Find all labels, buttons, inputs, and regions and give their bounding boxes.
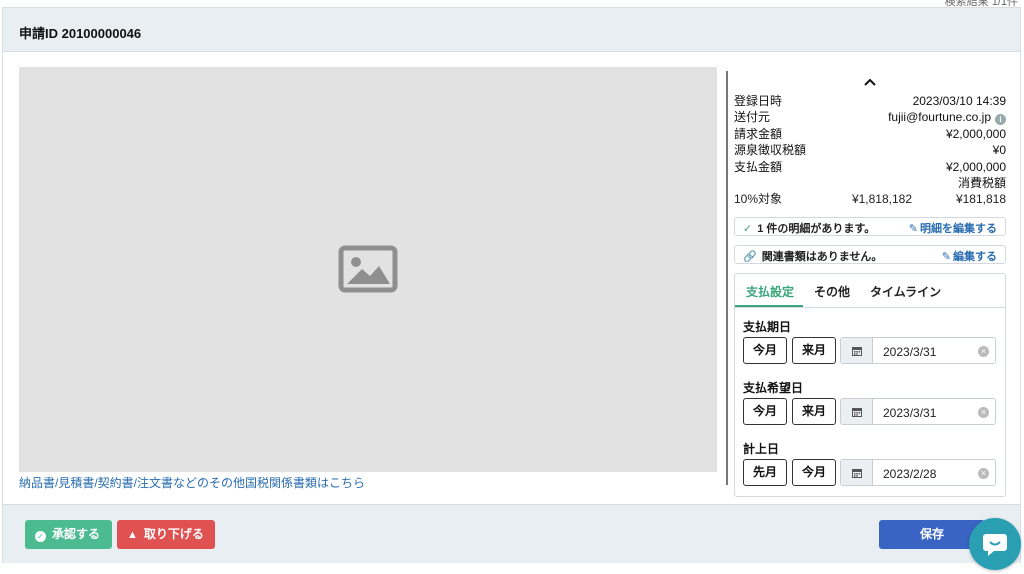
warning-icon: ▲ — [127, 529, 138, 541]
application-panel: 申請ID 20100000046 納品書/見積書/契約書/注文書などのその他国税… — [2, 7, 1021, 563]
due-date-next-month-button[interactable]: 来月 — [792, 337, 836, 364]
desired-date-label: 支払希望日 — [743, 381, 804, 395]
calendar-icon — [852, 347, 862, 356]
panel-header: 申請ID 20100000046 — [3, 8, 1020, 52]
tax-row-10: 10%対象 ¥1,818,182 ¥181,818 — [734, 191, 1006, 207]
detail-row-withholding: 源泉徴収税額 ¥0 — [734, 142, 1006, 158]
clear-icon[interactable]: × — [978, 407, 989, 418]
detail-value: 2023/03/10 14:39 — [912, 94, 1006, 108]
due-date-label: 支払期日 — [743, 320, 792, 334]
detail-label: 支払金額 — [734, 159, 783, 174]
chat-support-button[interactable] — [969, 518, 1021, 570]
line-items-text: 1 件の明細があります。 — [757, 223, 876, 235]
due-date-value: 2023/3/31 — [883, 345, 937, 359]
detail-value: ¥2,000,000 — [945, 159, 1006, 174]
action-footer: ✓ 承認する ▲ 取り下げる 保存 — [3, 504, 1020, 563]
clear-icon[interactable]: × — [978, 468, 989, 479]
tax-target-amount: ¥1,818,182 — [851, 192, 912, 207]
related-docs-link[interactable]: 納品書/見積書/契約書/注文書などのその他国税関係書類はこちら — [19, 474, 365, 491]
details-list: 登録日時 2023/03/10 14:39 送付元 fujii@fourtune… — [734, 93, 1006, 208]
splitter-handle[interactable] — [726, 71, 728, 485]
tab-timeline[interactable]: タイムライン — [870, 283, 941, 300]
page-title: 申請ID 20100000046 — [19, 26, 142, 41]
detail-value: ¥2,000,000 — [945, 126, 1006, 141]
desired-date-field[interactable]: 2023/3/31 × — [840, 398, 996, 425]
detail-value: fujii@fourtune.co.jp — [888, 110, 991, 125]
related-docs-box: 🔗 関連書類はありません。 ✎ 編集する — [734, 245, 1006, 264]
desired-date-this-month-button[interactable]: 今月 — [743, 398, 787, 425]
due-date-field[interactable]: 2023/3/31 × — [840, 337, 996, 364]
active-tab-indicator — [735, 305, 803, 307]
tax-amount: ¥181,818 — [955, 192, 1006, 207]
tax-header-row: 消費税額 — [734, 175, 1006, 191]
detail-label: 登録日時 — [734, 94, 783, 108]
detail-row-sender: 送付元 fujii@fourtune.co.jp i — [734, 109, 1006, 126]
link-icon: 🔗 — [743, 251, 757, 263]
posting-date-value: 2023/2/28 — [883, 467, 937, 481]
image-placeholder-icon — [338, 245, 398, 293]
edit-icon: ✎ — [941, 251, 951, 263]
approve-button[interactable]: ✓ 承認する — [25, 520, 112, 549]
posting-date-field[interactable]: 2023/2/28 × — [840, 459, 996, 486]
tab-other[interactable]: その他 — [814, 283, 850, 300]
posting-date-last-month-button[interactable]: 先月 — [743, 459, 787, 486]
calendar-icon — [852, 408, 862, 417]
detail-value: ¥0 — [992, 143, 1006, 158]
edit-icon: ✎ — [908, 223, 918, 235]
withdraw-button[interactable]: ▲ 取り下げる — [117, 520, 215, 549]
line-items-box: ✓ 1 件の明細があります。 ✎ 明細を編集する — [734, 217, 1006, 236]
tab-payment-settings[interactable]: 支払設定 — [746, 283, 794, 300]
document-preview[interactable] — [19, 67, 717, 472]
edit-related-docs-link[interactable]: ✎ 編集する — [942, 248, 997, 264]
detail-row-billing-amount: 請求金額 ¥2,000,000 — [734, 126, 1006, 142]
desired-date-next-month-button[interactable]: 来月 — [792, 398, 836, 425]
calendar-icon — [852, 469, 862, 478]
detail-row-registered: 登録日時 2023/03/10 14:39 — [734, 93, 1006, 109]
settings-tabs: 支払設定 その他 タイムライン 支払期日 今月 来月 2023/3/31 × 支… — [734, 273, 1006, 497]
edit-line-items-link[interactable]: ✎ 明細を編集する — [909, 220, 997, 236]
posting-date-label: 計上日 — [743, 442, 780, 456]
detail-label: 送付元 — [734, 110, 771, 125]
chat-icon — [983, 534, 1007, 556]
due-date-this-month-button[interactable]: 今月 — [743, 337, 787, 364]
info-icon[interactable]: i — [995, 114, 1006, 126]
related-docs-text: 関連書類はありません。 — [761, 251, 883, 263]
tax-header: 消費税額 — [957, 175, 1006, 190]
chevron-up-icon[interactable] — [863, 76, 877, 88]
desired-date-value: 2023/3/31 — [883, 406, 937, 420]
posting-date-this-month-button[interactable]: 今月 — [792, 459, 836, 486]
check-circle-icon: ✓ — [35, 531, 46, 542]
tab-bar: 支払設定 その他 タイムライン — [735, 274, 1005, 308]
clear-icon[interactable]: × — [978, 346, 989, 357]
detail-label: 源泉徴収税額 — [734, 143, 807, 158]
detail-row-payment-amount: 支払金額 ¥2,000,000 — [734, 159, 1006, 175]
detail-label: 請求金額 — [734, 126, 783, 141]
check-icon: ✓ — [743, 223, 753, 235]
tax-rate-label: 10%対象 — [734, 192, 783, 207]
